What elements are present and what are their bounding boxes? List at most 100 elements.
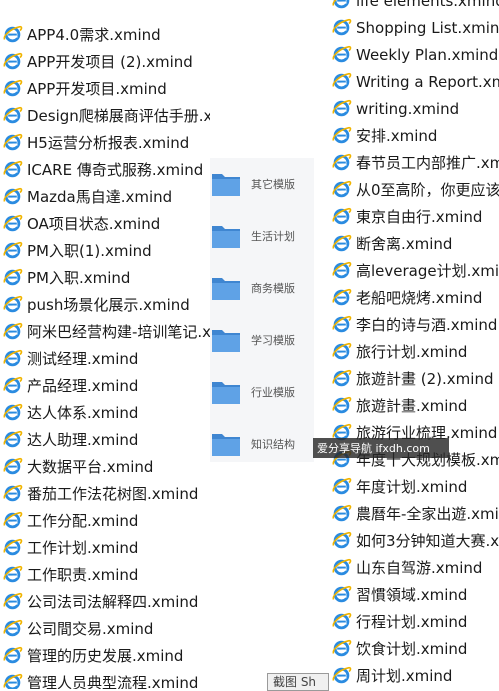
ie-file-icon <box>2 591 23 612</box>
file-item[interactable]: 旅遊計畫.xmind <box>326 392 467 419</box>
file-item[interactable]: 習慣領域.xmind <box>326 581 467 608</box>
file-item[interactable]: 年度计划.xmind <box>326 473 467 500</box>
file-item[interactable]: life elements.xmind <box>326 0 499 14</box>
file-item[interactable]: Design爬梯展商评估手册.xmind <box>0 102 210 129</box>
ie-file-icon <box>331 287 352 308</box>
ie-file-icon <box>2 672 23 689</box>
file-item[interactable]: 大数据平台.xmind <box>0 453 153 480</box>
file-item[interactable]: Writing a Report.xmind <box>326 68 499 95</box>
file-item[interactable]: push场景化展示.xmind <box>0 291 190 318</box>
file-name: H5运营分析报表.xmind <box>27 134 190 152</box>
ie-file-icon <box>2 294 23 315</box>
category-folder[interactable]: 商务模版 <box>210 262 314 314</box>
file-item[interactable]: 管理人员典型流程.xmind <box>0 669 198 689</box>
file-item[interactable]: 周计划.xmind <box>326 662 452 689</box>
category-folder[interactable]: 知识结构 <box>210 418 314 470</box>
ie-file-icon <box>331 476 352 497</box>
file-item[interactable]: 工作分配.xmind <box>0 507 138 534</box>
file-name: APP4.0需求.xmind <box>27 26 161 44</box>
category-folder[interactable]: 生活计划 <box>210 210 314 262</box>
file-item[interactable]: 达人助理.xmind <box>0 426 138 453</box>
file-name: Writing a Report.xmind <box>356 72 499 91</box>
file-item[interactable]: writing.xmind <box>326 95 459 122</box>
ie-file-icon <box>2 537 23 558</box>
file-item[interactable]: 断舍离.xmind <box>326 230 452 257</box>
file-item[interactable]: PM入职(1).xmind <box>0 237 152 264</box>
file-item[interactable]: 达人体系.xmind <box>0 399 138 426</box>
ie-file-icon <box>2 429 23 450</box>
ie-file-icon <box>331 0 352 11</box>
file-name: 饮食计划.xmind <box>356 640 468 658</box>
file-name: 東京自由行.xmind <box>356 208 483 226</box>
file-name: 農曆年-全家出遊.xmind <box>356 505 499 523</box>
file-name: APP开发项目 (2).xmind <box>27 53 193 71</box>
screenshot-button[interactable]: 截图 Sh <box>267 673 329 691</box>
file-item[interactable]: 李白的诗与酒.xmind <box>326 311 497 338</box>
folder-icon <box>211 326 241 354</box>
file-name: Mazda馬自達.xmind <box>27 188 173 206</box>
folder-label: 商务模版 <box>251 282 295 295</box>
file-item[interactable]: 農曆年-全家出遊.xmind <box>326 500 499 527</box>
file-item[interactable]: 阿米巴经营构建-培训笔记.xmind <box>0 318 210 345</box>
file-item[interactable]: PM入职.xmind <box>0 264 130 291</box>
file-item[interactable]: Shopping List.xmind <box>326 14 499 41</box>
file-item[interactable]: APP开发项目 (2).xmind <box>0 48 193 75</box>
category-folder[interactable]: 行业模版 <box>210 366 314 418</box>
file-item[interactable]: 测试经理.xmind <box>0 345 138 372</box>
file-name: 工作计划.xmind <box>27 539 139 557</box>
ie-file-icon <box>2 159 23 180</box>
file-item[interactable]: 从0至高阶，你更应该.xmind <box>326 176 499 203</box>
ie-file-icon <box>2 645 23 666</box>
left-file-column: APP4.0需求.xmind APP开发项目 (2).xmind APP开发项目.x… <box>0 0 210 689</box>
ie-file-icon <box>331 71 352 92</box>
ie-file-icon <box>2 240 23 261</box>
ie-file-icon <box>331 341 352 362</box>
file-item[interactable]: 饮食计划.xmind <box>326 635 467 662</box>
file-name: PM入职(1).xmind <box>27 242 152 260</box>
file-item[interactable]: 安排.xmind <box>326 122 437 149</box>
file-item[interactable]: 旅行计划.xmind <box>326 338 467 365</box>
file-item[interactable]: 春节员工内部推广.xmind <box>326 149 499 176</box>
folder-label: 学习模版 <box>251 334 295 347</box>
file-name: 管理人员典型流程.xmind <box>27 674 199 689</box>
file-name: 習慣領域.xmind <box>356 586 468 604</box>
file-item[interactable]: APP开发项目.xmind <box>0 75 167 102</box>
file-item[interactable]: Weekly Plan.xmind <box>326 41 498 68</box>
file-item[interactable]: 如何3分钟知道大赛.xmind <box>326 527 499 554</box>
file-name: Shopping List.xmind <box>356 18 499 37</box>
file-item[interactable]: OA项目状态.xmind <box>0 210 160 237</box>
file-item[interactable]: 東京自由行.xmind <box>326 203 482 230</box>
ie-file-icon <box>331 530 352 551</box>
file-item[interactable]: 高leverage计划.xmind <box>326 257 499 284</box>
file-name: 番茄工作法花树图.xmind <box>27 485 199 503</box>
file-item[interactable]: 老船吧烧烤.xmind <box>326 284 482 311</box>
ie-file-icon <box>331 44 352 65</box>
file-name: push场景化展示.xmind <box>27 296 190 314</box>
file-item[interactable]: 管理的历史发展.xmind <box>0 642 183 669</box>
file-item[interactable]: 公司間交易.xmind <box>0 615 153 642</box>
file-item[interactable]: 山东自驾游.xmind <box>326 554 482 581</box>
file-name: 阿米巴经营构建-培训笔记.xmind <box>27 323 210 341</box>
file-name: 春节员工内部推广.xmind <box>356 154 499 172</box>
category-folder[interactable]: 学习模版 <box>210 314 314 366</box>
ie-file-icon <box>331 557 352 578</box>
category-folder[interactable]: 其它模版 <box>210 158 314 210</box>
file-item[interactable]: APP4.0需求.xmind <box>0 21 161 48</box>
file-name: Design爬梯展商评估手册.xmind <box>27 107 210 125</box>
file-item[interactable]: 行程计划.xmind <box>326 608 467 635</box>
file-name: ICARE 傳奇式服務.xmind <box>27 161 204 179</box>
file-item[interactable]: 公司法司法解释四.xmind <box>0 588 198 615</box>
file-item[interactable]: ICARE 傳奇式服務.xmind <box>0 156 203 183</box>
ie-file-icon <box>2 186 23 207</box>
file-item[interactable]: 产品经理.xmind <box>0 372 138 399</box>
ie-file-icon <box>331 233 352 254</box>
file-item[interactable]: H5运营分析报表.xmind <box>0 129 189 156</box>
file-item[interactable]: Mazda馬自達.xmind <box>0 183 172 210</box>
file-item[interactable]: 工作计划.xmind <box>0 534 138 561</box>
ie-file-icon <box>2 51 23 72</box>
file-item[interactable]: 旅遊計畫 (2).xmind <box>326 365 493 392</box>
file-name: 行程计划.xmind <box>356 613 468 631</box>
file-item[interactable]: 工作职责.xmind <box>0 561 138 588</box>
folder-icon <box>211 430 241 458</box>
file-item[interactable]: 番茄工作法花树图.xmind <box>0 480 198 507</box>
